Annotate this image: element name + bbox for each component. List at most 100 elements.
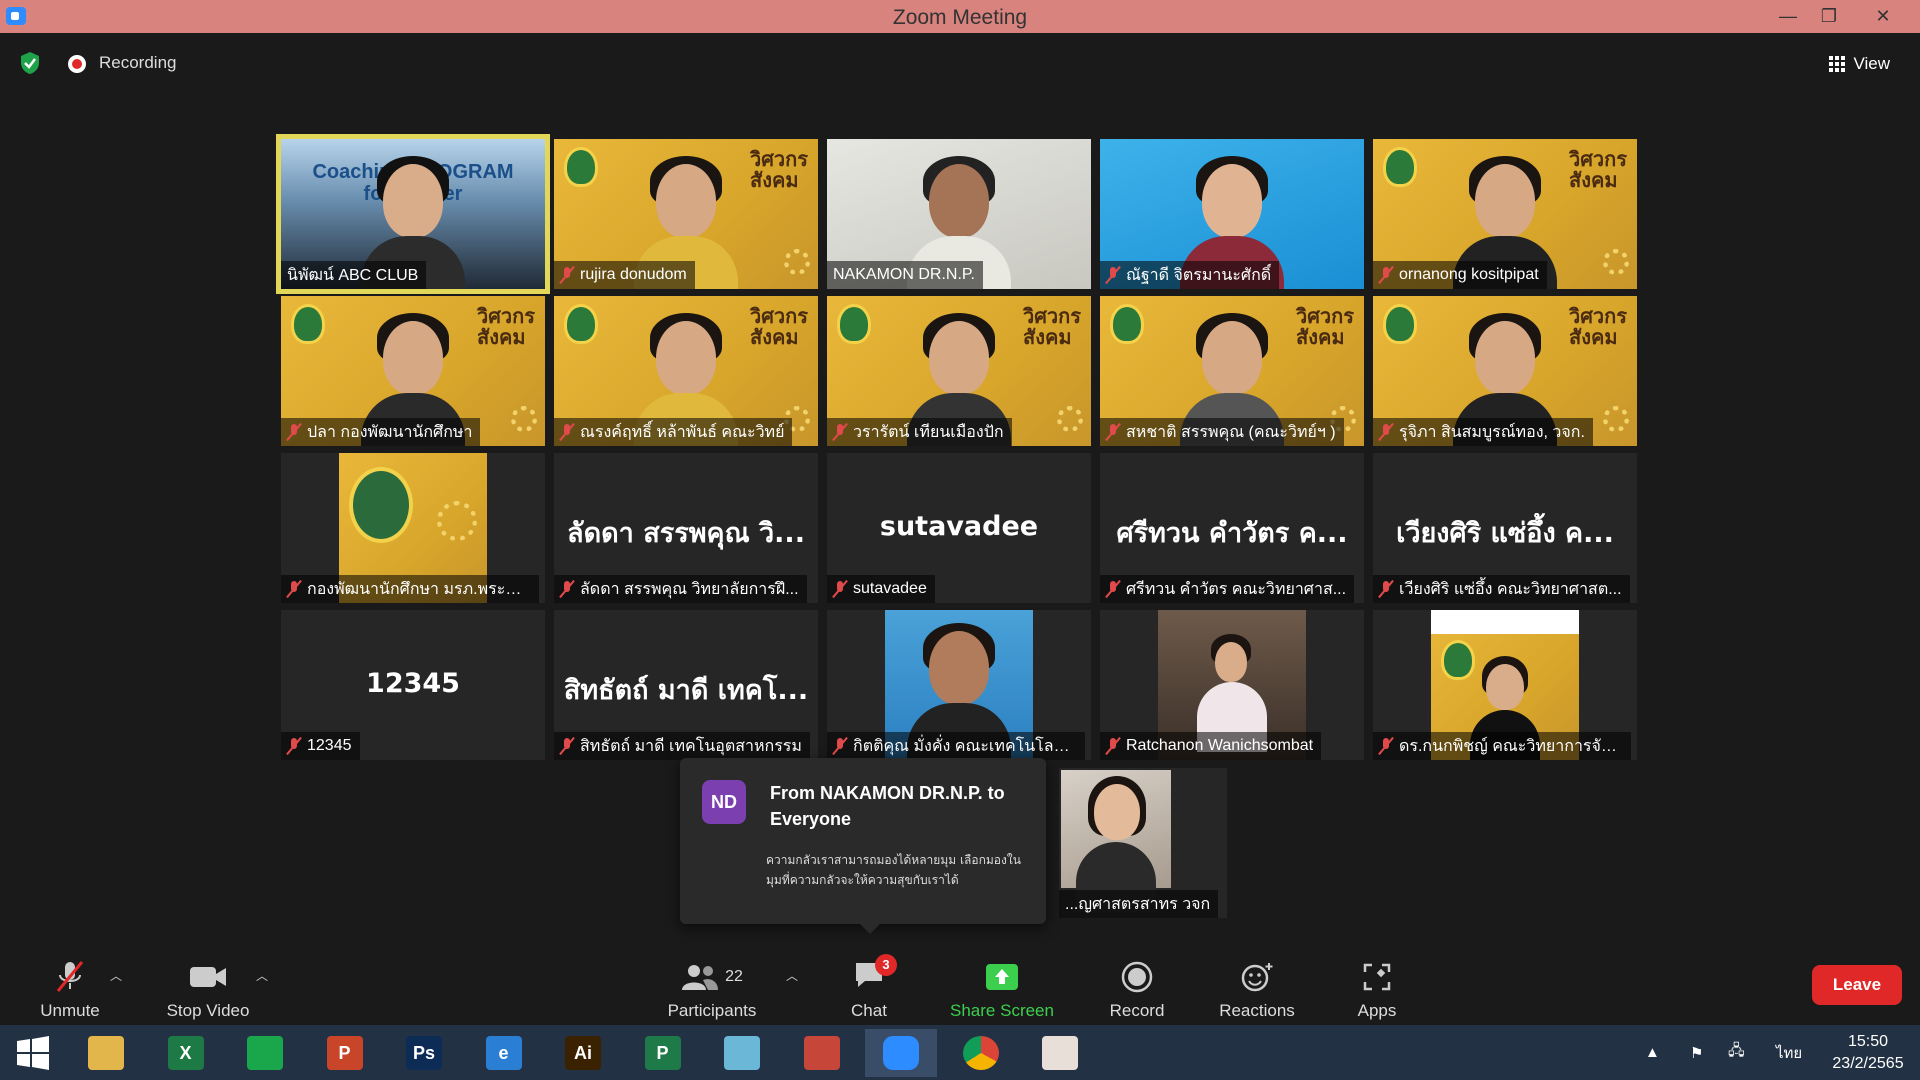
- chat-notification-popup[interactable]: ND From NAKAMON DR.N.P. to Everyone ความ…: [680, 758, 1046, 934]
- minimize-button[interactable]: —: [1770, 3, 1806, 29]
- taskbar-photoshop[interactable]: Ps: [388, 1029, 460, 1077]
- input-language-indicator[interactable]: ไทย: [1776, 1025, 1802, 1080]
- muted-mic-icon: [287, 580, 301, 598]
- video-camera-icon: [190, 967, 226, 987]
- participant-tile[interactable]: กิตติคุณ มั่งคั่ง คณะเทคโนโลยีอุ...: [827, 610, 1091, 760]
- taskbar-project[interactable]: P: [627, 1029, 699, 1077]
- network-icon[interactable]: 🖧: [1728, 1025, 1745, 1080]
- participant-name-tag: กองพัฒนานักศึกษา มรภ.พระนคร: [281, 575, 539, 603]
- chat-button[interactable]: 3 Chat: [834, 945, 904, 1025]
- participant-tile[interactable]: ดร.กนกพิชญ์ คณะวิทยาการจัด...: [1373, 610, 1637, 760]
- chat-message-text: ความกลัวเราสามารถมองได้หลายมุม เลือกมองใ…: [766, 853, 1021, 887]
- participants-options-chevron-icon[interactable]: ︿: [786, 967, 798, 984]
- muted-mic-icon: [1379, 266, 1393, 284]
- taskbar-file-explorer[interactable]: [70, 1029, 142, 1077]
- chat-label: Chat: [851, 1001, 887, 1020]
- brand-text: วิศวกร สังคม: [1569, 306, 1627, 348]
- view-button[interactable]: View: [1819, 49, 1900, 79]
- illustrator-icon: Ai: [565, 1036, 601, 1070]
- leave-button[interactable]: Leave: [1812, 965, 1902, 1005]
- taskbar-internet-explorer[interactable]: e: [468, 1029, 540, 1077]
- video-options-chevron-icon[interactable]: ︿: [256, 967, 268, 984]
- taskbar-photoscape[interactable]: [786, 1029, 858, 1077]
- record-button[interactable]: Record: [1102, 945, 1172, 1025]
- reactions-button[interactable]: Reactions: [1212, 945, 1302, 1025]
- participant-tile[interactable]: sutavadee sutavadee: [827, 453, 1091, 603]
- participant-name-tag: ณรงค์ฤทธิ์ หล้าพันธ์ คณะวิทย์: [554, 418, 793, 446]
- audio-options-chevron-icon[interactable]: ︿: [110, 967, 122, 984]
- brand-line-1: วิศวกร: [476, 304, 535, 328]
- meeting-controls-toolbar: Unmute ︿ Stop Video ︿ 22 Participants ︿: [0, 945, 1920, 1025]
- muted-mic-icon: [833, 737, 847, 755]
- excel-icon: X: [167, 1036, 204, 1070]
- participant-tile[interactable]: วิศวกร สังคม ornanong kositpipat: [1373, 139, 1637, 289]
- unmute-button[interactable]: Unmute: [22, 945, 118, 1025]
- taskbar-notepad[interactable]: [706, 1029, 778, 1077]
- notepad-icon: [724, 1036, 760, 1070]
- participant-tile[interactable]: ...ญศาสตรสาทร วจก: [1059, 768, 1227, 918]
- gear-icon: [437, 501, 477, 541]
- participant-tile[interactable]: วิศวกร สังคมณรงค์ฤทธิ์ หล้าพันธ์ คณะวิทย์: [554, 296, 818, 446]
- clock-date: 23/2/2565: [1832, 1055, 1904, 1072]
- close-button[interactable]: ✕: [1865, 3, 1901, 29]
- participant-tile[interactable]: Ratchanon Wanichsombat: [1100, 610, 1364, 760]
- participant-tile[interactable]: 12345 12345: [281, 610, 545, 760]
- participant-name: Ratchanon Wanichsombat: [1126, 737, 1314, 754]
- apps-button[interactable]: Apps: [1342, 945, 1412, 1025]
- participant-name-tag: ornanong kositpipat: [1373, 261, 1547, 289]
- participant-tile[interactable]: ณัฐาดี จิตรมานะศักดิ์: [1100, 139, 1364, 289]
- participant-tile[interactable]: วิศวกร สังคม ปลา กองพัฒนานักศึกษา: [281, 296, 545, 446]
- participant-name-tag: รุจิภา สินสมบูรณ์ทอง, วจก.: [1373, 418, 1593, 446]
- file-explorer-icon: [88, 1036, 124, 1070]
- recording-label[interactable]: Recording: [99, 53, 177, 73]
- participant-name-tag: วรารัตน์ เทียนเมืองปัก: [827, 418, 1012, 446]
- windows-start-button[interactable]: [0, 1029, 66, 1077]
- taskbar-clock[interactable]: 15:50 23/2/2565: [1824, 1031, 1912, 1075]
- participant-name: วรารัตน์ เทียนเมืองปัก: [853, 423, 1004, 441]
- brand-text: วิศวกร สังคม: [1569, 149, 1627, 191]
- brand-line-2: สังคม: [1022, 325, 1072, 349]
- participant-tile[interactable]: ลัดดา สรรพคุณ วิ... ลัดดา สรรพคุณ วิทยาลั…: [554, 453, 818, 603]
- university-seal-icon: [1383, 147, 1417, 187]
- participant-tile[interactable]: สิทธัตถ์ มาดี เทคโ... สิทธัตถ์ มาดี เทคโน…: [554, 610, 818, 760]
- participant-name: ณรงค์ฤทธิ์ หล้าพันธ์ คณะวิทย์: [580, 423, 785, 441]
- participant-display-name: 12345: [366, 668, 460, 699]
- windows-logo-icon: [17, 1036, 49, 1070]
- participant-tile[interactable]: ศรีทวน คำวัตร ค... ศรีทวน คำวัตร คณะวิทยา…: [1100, 453, 1364, 603]
- muted-mic-icon: [560, 580, 574, 598]
- brand-line-1: วิศวกร: [1022, 304, 1081, 328]
- stop-video-button[interactable]: Stop Video: [154, 945, 262, 1025]
- share-screen-button[interactable]: Share Screen: [942, 945, 1062, 1025]
- participant-tile[interactable]: วิศวกร สังคมวรารัตน์ เทียนเมืองปัก: [827, 296, 1091, 446]
- taskbar-excel[interactable]: X: [150, 1029, 222, 1077]
- action-center-flag-icon[interactable]: ⚑: [1690, 1025, 1703, 1080]
- show-hidden-icons-chevron-icon[interactable]: ▲: [1645, 1025, 1660, 1080]
- taskbar-photos[interactable]: [1024, 1029, 1096, 1077]
- participants-icon: [682, 965, 719, 990]
- participant-tile[interactable]: วิศวกร สังคมรุจิภา สินสมบูรณ์ทอง, วจก.: [1373, 296, 1637, 446]
- project-icon: P: [644, 1036, 681, 1070]
- apps-label: Apps: [1357, 1001, 1397, 1020]
- taskbar-chrome[interactable]: [945, 1029, 1017, 1077]
- participant-name: 12345: [307, 737, 352, 754]
- participant-name-tag: ลัดดา สรรพคุณ วิทยาลัยการฝึ...: [554, 575, 807, 603]
- participant-tile[interactable]: วิศวกร สังคม สหชาติ สรรพคุณ (คณะวิทย์ฯ ): [1100, 296, 1364, 446]
- photoscape-icon: [803, 1036, 840, 1070]
- taskbar-zoom[interactable]: [865, 1029, 937, 1077]
- participant-tile[interactable]: NAKAMON DR.N.P.: [827, 139, 1091, 289]
- participant-name-tag: ปลา กองพัฒนานักศึกษา: [281, 418, 481, 446]
- muted-mic-icon: [1379, 580, 1393, 598]
- taskbar-ms-store[interactable]: [229, 1029, 301, 1077]
- active-speaker-tile[interactable]: Coaching PROGRAM for Trainerนิพัฒน์ ABC …: [276, 134, 550, 294]
- brand-text: วิศวกร สังคม: [750, 306, 808, 348]
- participants-button[interactable]: 22 Participants: [660, 945, 764, 1025]
- restore-button[interactable]: ❐: [1811, 3, 1847, 29]
- share-screen-icon: [986, 964, 1018, 990]
- taskbar-illustrator[interactable]: Ai: [547, 1029, 619, 1077]
- participant-tile[interactable]: เวียงศิริ แซ่อึ้ง ค... เวียงศิริ แซ่อึ้ง …: [1373, 453, 1637, 603]
- participant-tile[interactable]: กองพัฒนานักศึกษา มรภ.พระนคร: [281, 453, 545, 603]
- participant-tile[interactable]: วิศวกร สังคม rujira donudom: [554, 139, 818, 289]
- taskbar-powerpoint[interactable]: P: [309, 1029, 381, 1077]
- security-shield-icon[interactable]: [19, 51, 41, 75]
- gear-icon: [1603, 406, 1629, 432]
